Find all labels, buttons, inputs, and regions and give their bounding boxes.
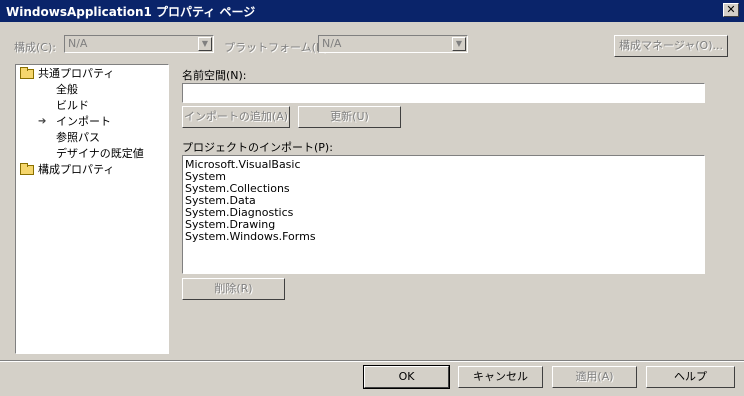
property-tree[interactable]: 共通プロパティ 全般 ビルド ➔ インポート 参照パス デザイナの既定値 構成プ… (15, 64, 169, 354)
title-bar[interactable]: WindowsApplication1 プロパティ ページ ✕ (0, 0, 744, 22)
chevron-down-icon[interactable]: ▼ (452, 37, 466, 51)
project-imports-list[interactable]: Microsoft.VisualBasic System System.Coll… (182, 155, 705, 274)
config-select-value: N/A (68, 37, 88, 50)
chevron-down-icon[interactable]: ▼ (198, 37, 212, 51)
update-button[interactable]: 更新(U) (298, 106, 401, 128)
platform-select-value: N/A (322, 37, 342, 50)
help-button[interactable]: ヘルプ (646, 366, 735, 388)
config-select[interactable]: N/A ▼ (64, 35, 214, 53)
tree-item-general[interactable]: 全般 (56, 82, 78, 98)
tree-item-label: 共通プロパティ (38, 67, 115, 80)
namespace-input[interactable] (182, 83, 705, 103)
close-button[interactable]: ✕ (723, 3, 739, 17)
namespace-label: 名前空間(N): (182, 69, 247, 82)
apply-button[interactable]: 適用(A) (552, 366, 637, 388)
project-imports-label: プロジェクトのインポート(P): (182, 141, 333, 154)
tree-item-label: 構成プロパティ (38, 163, 115, 176)
config-label: 構成(C): (14, 41, 56, 54)
cancel-button[interactable]: キャンセル (458, 366, 543, 388)
tree-item-imports[interactable]: インポート (56, 114, 111, 130)
close-icon: ✕ (726, 3, 736, 16)
config-manager-button[interactable]: 構成マネージャ(O)... (614, 35, 728, 57)
divider (0, 361, 744, 362)
tree-item-designer-defaults[interactable]: デザイナの既定値 (56, 146, 144, 162)
ok-button[interactable]: OK (363, 365, 450, 389)
window-title: WindowsApplication1 プロパティ ページ (6, 5, 256, 19)
folder-icon (20, 163, 34, 175)
list-item[interactable]: System.Windows.Forms (185, 231, 316, 243)
remove-button[interactable]: 削除(R) (182, 278, 285, 300)
platform-select[interactable]: N/A ▼ (318, 35, 468, 53)
tree-item-reference-paths[interactable]: 参照パス (56, 130, 100, 146)
folder-open-icon (20, 67, 34, 79)
tree-item-build[interactable]: ビルド (56, 98, 89, 114)
platform-label: プラットフォーム(P): (224, 41, 331, 54)
add-import-button[interactable]: インポートの追加(A) (182, 106, 290, 128)
arrow-right-icon: ➔ (38, 116, 47, 127)
